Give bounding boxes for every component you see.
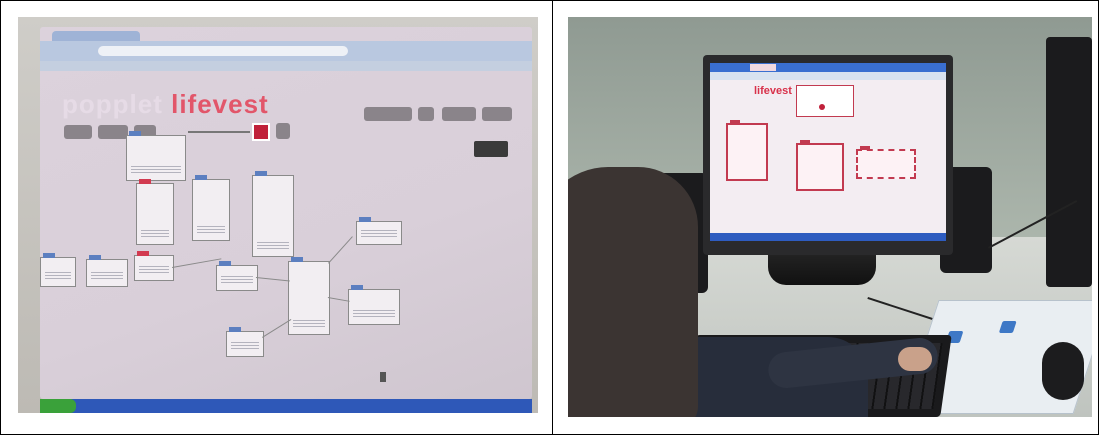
color-popup — [796, 85, 854, 117]
computer-mouse — [1042, 342, 1084, 400]
share-button — [474, 141, 508, 157]
popplet-note — [226, 327, 264, 357]
connector-line — [328, 236, 353, 264]
connector-line — [255, 277, 290, 282]
image-divider — [552, 0, 553, 435]
popplet-note — [796, 140, 844, 191]
popplet-note — [134, 251, 174, 281]
monitor-stand — [768, 255, 876, 285]
popplet-note — [126, 131, 186, 181]
start-button — [40, 399, 76, 413]
popplet-note — [348, 285, 400, 325]
connector-line — [262, 318, 292, 338]
zoom-slider — [188, 131, 250, 133]
mouse-cursor — [380, 372, 386, 382]
child-hand — [898, 347, 932, 371]
color-swatch — [252, 123, 270, 141]
popplet-note — [726, 120, 768, 181]
popplet-logo: popplet lifevest — [62, 89, 269, 120]
color-dot — [819, 104, 825, 110]
logo-word-lifevest: lifevest — [171, 89, 269, 119]
settings-button — [276, 123, 290, 139]
popplet-note — [252, 171, 294, 257]
address-bar — [710, 72, 946, 80]
popplet-note — [288, 257, 330, 335]
monitor-screen: popplet lifevest — [40, 27, 532, 399]
monitor: lifevest — [703, 55, 953, 255]
connector-line — [327, 297, 350, 302]
toolbar-button — [482, 107, 512, 121]
toolbar-button — [98, 125, 128, 139]
popplet-note — [356, 217, 402, 245]
photo-monitor-closeup: popplet lifevest — [18, 17, 538, 413]
browser-titlebar — [710, 63, 946, 72]
popplet-note — [86, 255, 128, 287]
logo-word-popplet: popplet — [62, 89, 163, 119]
browser-tab — [750, 64, 776, 71]
popplet-note — [40, 253, 76, 287]
popplet-note-selected — [856, 146, 916, 179]
child-head — [568, 167, 698, 417]
toolbar-button — [418, 107, 434, 121]
popplet-note — [216, 261, 258, 291]
toolbar-button — [64, 125, 92, 139]
toolbar-button — [442, 107, 476, 121]
toolbar-button — [364, 107, 412, 121]
windows-taskbar — [710, 233, 946, 241]
bookmarks-bar — [40, 61, 532, 71]
address-bar — [98, 46, 348, 56]
photo-child-at-computer: lifevest — [568, 17, 1092, 417]
popplet-note — [192, 175, 230, 241]
connector-line — [172, 258, 222, 268]
monitor-screen: lifevest — [710, 63, 946, 241]
popplet-logo: lifevest — [754, 85, 792, 97]
popplet-note — [136, 179, 174, 245]
mousepad-logo — [998, 321, 1017, 333]
windows-taskbar — [40, 399, 532, 413]
side-monitor — [1046, 37, 1092, 287]
